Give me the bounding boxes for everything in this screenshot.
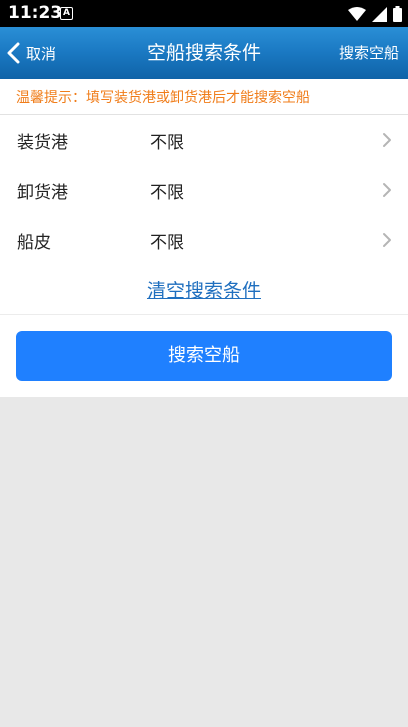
row-label: 装货港 bbox=[17, 133, 68, 153]
row-value: 不限 bbox=[150, 133, 184, 153]
discharge-port-row[interactable]: 卸货港 不限 bbox=[0, 165, 408, 215]
chevron-left-icon bbox=[7, 42, 20, 64]
chevron-right-icon bbox=[383, 233, 391, 247]
ship-type-row[interactable]: 船皮 不限 bbox=[0, 215, 408, 265]
battery-icon bbox=[393, 6, 402, 22]
search-empty-ship-header-button[interactable]: 搜索空船 bbox=[339, 27, 399, 79]
a-notification-icon: A bbox=[60, 7, 73, 20]
wifi-icon bbox=[348, 7, 366, 21]
row-value: 不限 bbox=[150, 183, 184, 203]
chevron-right-icon bbox=[383, 133, 391, 147]
search-form: 装货港 不限 卸货港 不限 船皮 不限 清空搜索条件 搜索空船 bbox=[0, 115, 408, 397]
clear-conditions-link[interactable]: 清空搜索条件 bbox=[0, 276, 408, 303]
loading-port-row[interactable]: 装货港 不限 bbox=[0, 115, 408, 165]
cancel-label: 取消 bbox=[26, 44, 57, 63]
cancel-button[interactable]: 取消 bbox=[6, 27, 56, 79]
title-bar: 取消 空船搜索条件 搜索空船 bbox=[0, 27, 408, 79]
status-icons bbox=[348, 5, 402, 23]
divider bbox=[0, 314, 408, 315]
status-time: 11:23 bbox=[8, 3, 63, 23]
chevron-right-icon bbox=[383, 183, 391, 197]
search-empty-ship-button[interactable]: 搜索空船 bbox=[16, 331, 392, 381]
tip-text: 温馨提示：填写装货港或卸货港后才能搜索空船 bbox=[16, 90, 310, 106]
row-value: 不限 bbox=[150, 233, 184, 253]
row-label: 卸货港 bbox=[17, 183, 68, 203]
signal-icon bbox=[372, 6, 387, 22]
tip-banner: 温馨提示：填写装货港或卸货港后才能搜索空船 bbox=[0, 79, 408, 115]
row-label: 船皮 bbox=[17, 233, 51, 253]
status-bar: 11:23 A bbox=[0, 0, 408, 27]
